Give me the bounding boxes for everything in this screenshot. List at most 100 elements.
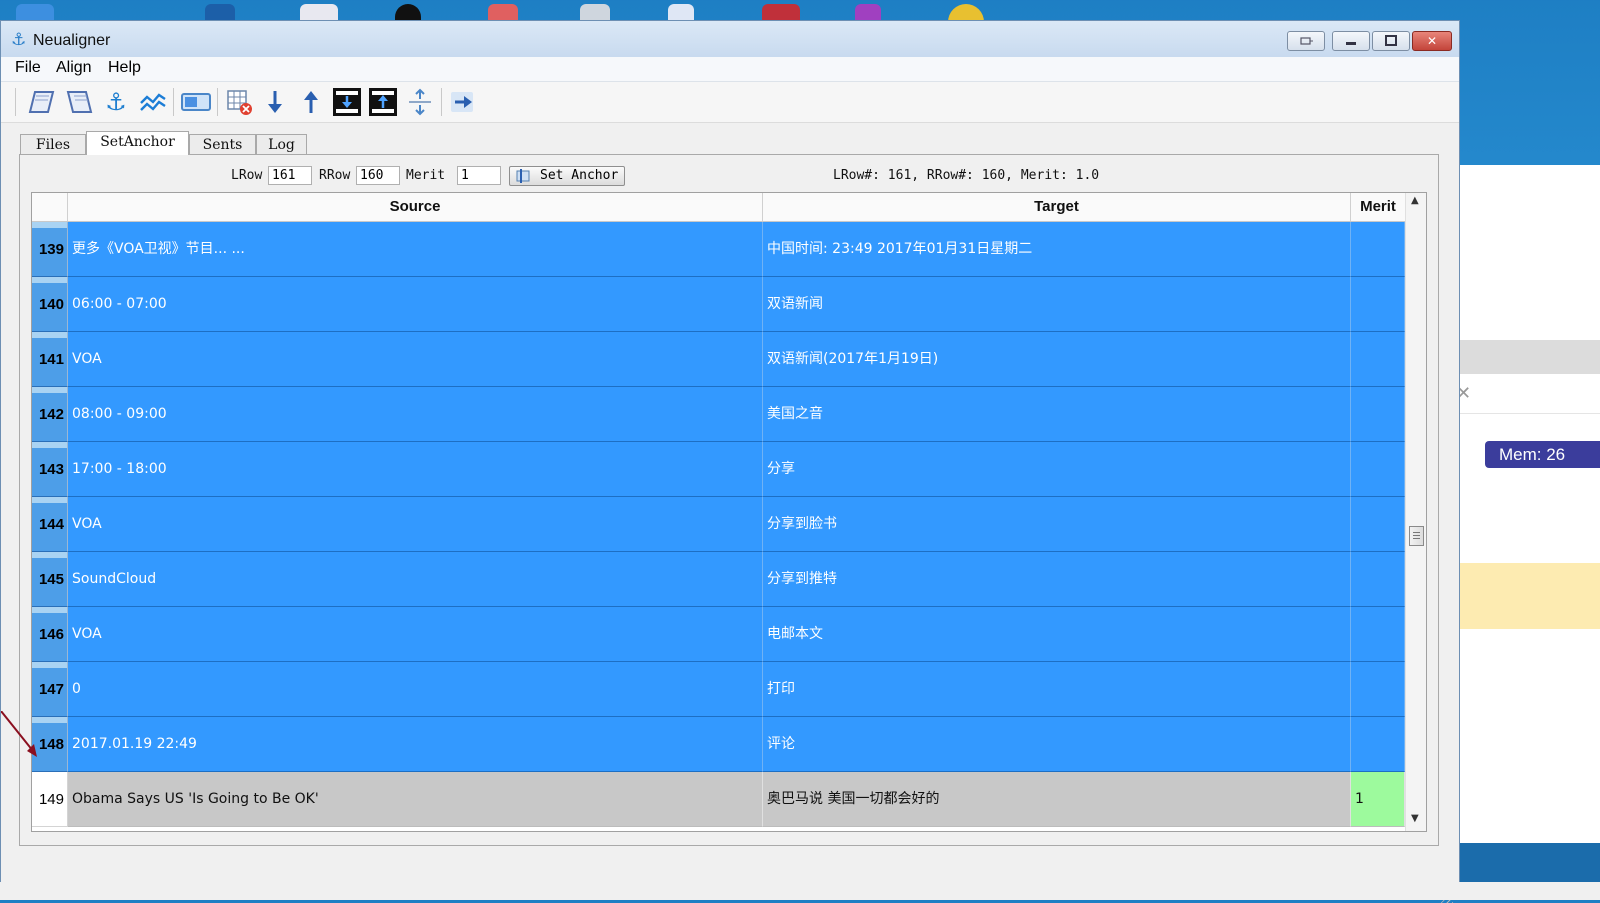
row-number[interactable]: 140 <box>32 277 68 332</box>
tab-files[interactable]: Files <box>20 134 86 155</box>
merit-cell[interactable] <box>1351 332 1405 387</box>
menu-help[interactable]: Help <box>108 59 141 77</box>
delete-row-button[interactable] <box>224 87 254 117</box>
source-cell[interactable]: Obama Says US 'Is Going to Be OK' <box>68 772 763 827</box>
next-button[interactable] <box>448 87 478 117</box>
target-cell[interactable]: 分享到脸书 <box>763 497 1351 552</box>
menu-file[interactable]: File <box>15 59 41 77</box>
merit-column-header[interactable]: Merit <box>1351 193 1405 221</box>
row-number[interactable]: 141 <box>32 332 68 387</box>
anchor-button[interactable]: ⚓ <box>101 87 131 117</box>
target-cell[interactable]: 打印 <box>763 662 1351 717</box>
target-cell[interactable]: 分享到推特 <box>763 552 1351 607</box>
split-button[interactable] <box>405 87 435 117</box>
scroll-down-icon[interactable]: ▼ <box>1411 813 1419 824</box>
merit-cell[interactable] <box>1351 442 1405 497</box>
source-cell[interactable]: 06:00 - 07:00 <box>68 277 763 332</box>
background-highlight-bar <box>1460 563 1600 629</box>
arrow-right-icon <box>451 92 473 112</box>
source-cell[interactable]: SoundCloud <box>68 552 763 607</box>
divider <box>1460 413 1600 414</box>
source-cell[interactable]: 更多《VOA卫视》节目... ... <box>68 222 763 277</box>
lrow-input[interactable]: 161 <box>268 166 312 185</box>
tab-log[interactable]: Log <box>256 134 307 155</box>
toolbar-grip <box>15 88 16 116</box>
open-left-file-button[interactable] <box>27 87 57 117</box>
merit-cell[interactable] <box>1351 662 1405 717</box>
table-row[interactable]: 147 0 打印 <box>32 662 1405 717</box>
merit-cell[interactable] <box>1351 222 1405 277</box>
merit-cell[interactable] <box>1351 277 1405 332</box>
vertical-scrollbar[interactable]: ▲ ▼ <box>1405 193 1426 831</box>
align-button[interactable] <box>138 87 168 117</box>
table-row[interactable]: 146 VOA 电邮本文 <box>32 607 1405 662</box>
tab-setanchor[interactable]: SetAnchor <box>86 131 189 155</box>
source-cell[interactable]: 2017.01.19 22:49 <box>68 717 763 772</box>
source-cell[interactable]: VOA <box>68 332 763 387</box>
target-cell[interactable]: 分享 <box>763 442 1351 497</box>
merit-cell[interactable] <box>1351 497 1405 552</box>
target-cell[interactable]: 电邮本文 <box>763 607 1351 662</box>
table-row[interactable]: 143 17:00 - 18:00 分享 <box>32 442 1405 497</box>
source-cell[interactable]: 08:00 - 09:00 <box>68 387 763 442</box>
minimize-button[interactable] <box>1332 31 1370 51</box>
row-number[interactable]: 147 <box>32 662 68 717</box>
table-row[interactable]: 141 VOA 双语新闻(2017年1月19日) <box>32 332 1405 387</box>
source-cell[interactable]: VOA <box>68 497 763 552</box>
merge-up-button[interactable] <box>368 87 398 117</box>
target-cell[interactable]: 奥巴马说 美国一切都会好的 <box>763 772 1351 827</box>
scroll-up-icon[interactable]: ▲ <box>1411 195 1419 206</box>
move-down-button[interactable] <box>260 87 290 117</box>
table-row[interactable]: 149 Obama Says US 'Is Going to Be OK' 奥巴马说… <box>32 772 1405 827</box>
source-cell[interactable]: 0 <box>68 662 763 717</box>
open-right-file-button[interactable] <box>64 87 94 117</box>
target-cell[interactable]: 美国之音 <box>763 387 1351 442</box>
target-cell[interactable]: 双语新闻(2017年1月19日) <box>763 332 1351 387</box>
table-row[interactable]: 144 VOA 分享到脸书 <box>32 497 1405 552</box>
window-title: Neualigner <box>33 32 111 49</box>
close-button[interactable]: ✕ <box>1412 31 1452 51</box>
row-number[interactable]: 144 <box>32 497 68 552</box>
merit-cell[interactable] <box>1351 607 1405 662</box>
maximize-button[interactable] <box>1372 31 1410 51</box>
anchor-icon: ⚓ <box>105 88 127 116</box>
merit-cell[interactable] <box>1351 387 1405 442</box>
target-cell[interactable]: 评论 <box>763 717 1351 772</box>
set-anchor-icon <box>516 169 530 183</box>
source-cell[interactable]: 17:00 - 18:00 <box>68 442 763 497</box>
merge-down-button[interactable] <box>332 87 362 117</box>
tab-sents[interactable]: Sents <box>189 134 256 155</box>
set-anchor-button[interactable]: Set Anchor <box>509 166 625 186</box>
row-number[interactable]: 142 <box>32 387 68 442</box>
target-cell[interactable]: 中国时间: 23:49 2017年01月31日星期二 <box>763 222 1351 277</box>
table-row[interactable]: 145 SoundCloud 分享到推特 <box>32 552 1405 607</box>
target-cell[interactable]: 双语新闻 <box>763 277 1351 332</box>
toolbar-separator <box>217 88 218 116</box>
row-number[interactable]: 145 <box>32 552 68 607</box>
rrow-input[interactable]: 160 <box>356 166 400 185</box>
maximize-icon <box>1385 35 1397 46</box>
target-column-header[interactable]: Target <box>763 193 1351 221</box>
title-bar[interactable]: ⚓ Neualigner ✕ <box>1 21 1459 57</box>
merit-cell[interactable]: 1 <box>1351 772 1405 827</box>
row-number[interactable]: 149 <box>32 772 68 827</box>
table-row[interactable]: 139 更多《VOA卫视》节目... ... 中国时间: 23:49 2017年01… <box>32 222 1405 277</box>
row-number[interactable]: 146 <box>32 607 68 662</box>
merit-cell[interactable] <box>1351 552 1405 607</box>
merit-input[interactable]: 1 <box>457 166 501 185</box>
alignment-table: Source Target Merit 139 更多《VOA卫视》节目... ..… <box>31 192 1427 832</box>
pin-button[interactable] <box>1287 31 1325 51</box>
table-row[interactable]: 148 2017.01.19 22:49 评论 <box>32 717 1405 772</box>
menu-align[interactable]: Align <box>56 59 92 77</box>
merit-cell[interactable] <box>1351 717 1405 772</box>
table-row[interactable]: 140 06:00 - 07:00 双语新闻 <box>32 277 1405 332</box>
table-delete-icon <box>227 90 252 115</box>
row-number[interactable]: 143 <box>32 442 68 497</box>
move-up-button[interactable] <box>296 87 326 117</box>
scroll-thumb[interactable] <box>1409 526 1424 546</box>
table-row[interactable]: 142 08:00 - 09:00 美国之音 <box>32 387 1405 442</box>
source-cell[interactable]: VOA <box>68 607 763 662</box>
toggle-panel-button[interactable] <box>180 87 212 117</box>
source-column-header[interactable]: Source <box>68 193 763 221</box>
row-number[interactable]: 139 <box>32 222 68 277</box>
